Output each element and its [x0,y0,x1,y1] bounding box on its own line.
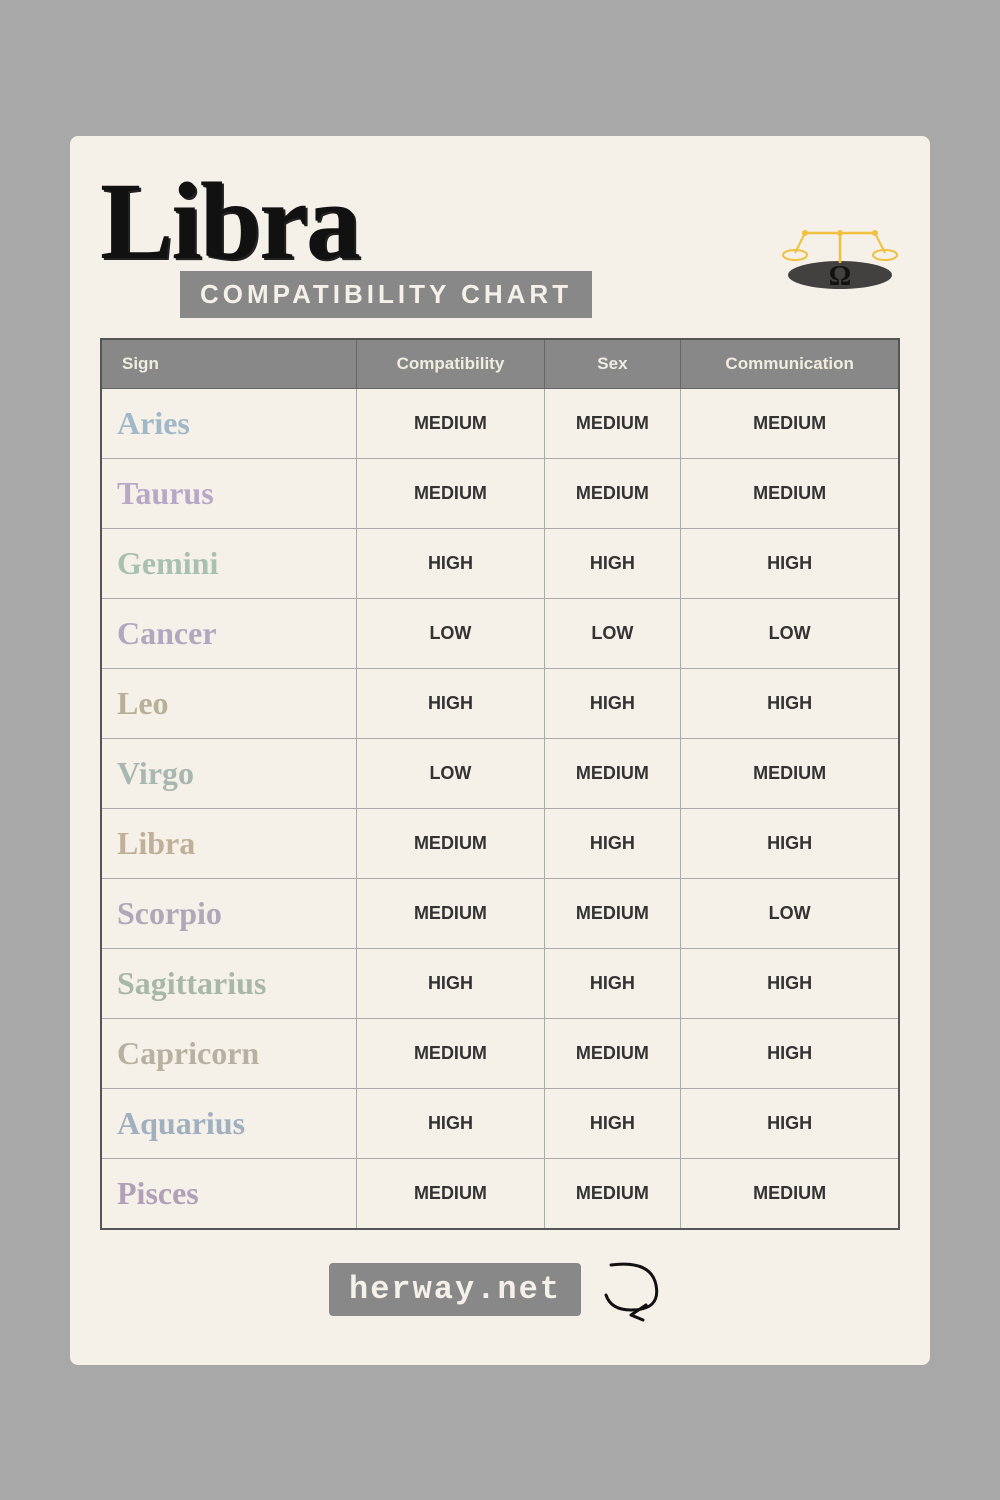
sex-cell: HIGH [544,668,681,738]
comm-cell: MEDIUM [681,458,899,528]
sex-cell: HIGH [544,528,681,598]
sign-cell: Pisces [101,1158,357,1229]
sign-name-label: Capricorn [117,1035,259,1071]
table-row: TaurusMEDIUMMEDIUMMEDIUM [101,458,899,528]
table-row: AriesMEDIUMMEDIUMMEDIUM [101,388,899,458]
compat-cell: MEDIUM [357,878,544,948]
sign-name-label: Sagittarius [117,965,266,1001]
table-row: LibraMEDIUMHIGHHIGH [101,808,899,878]
compatibility-table: Sign Compatibility Sex Communication Ari… [100,338,900,1230]
col-sex: Sex [544,339,681,389]
sign-name-label: Aquarius [117,1105,245,1141]
compat-cell: HIGH [357,1088,544,1158]
sign-name-label: Virgo [117,755,194,791]
footer-site: herway.net [329,1263,581,1316]
table-row: AquariusHIGHHIGHHIGH [101,1088,899,1158]
comm-cell: LOW [681,598,899,668]
sex-cell: MEDIUM [544,878,681,948]
sign-cell: Libra [101,808,357,878]
table-row: SagittariusHIGHHIGHHIGH [101,948,899,1018]
sign-cell: Virgo [101,738,357,808]
sign-cell: Leo [101,668,357,738]
footer: herway.net [100,1255,900,1325]
sign-name-label: Taurus [117,475,214,511]
comm-cell: MEDIUM [681,1158,899,1229]
libra-symbol-area: Ω [780,203,900,308]
sign-cell: Capricorn [101,1018,357,1088]
table-row: CancerLOWLOWLOW [101,598,899,668]
sex-cell: HIGH [544,1088,681,1158]
sex-cell: LOW [544,598,681,668]
comm-cell: MEDIUM [681,738,899,808]
sex-cell: MEDIUM [544,458,681,528]
subtitle-banner: COMPATIBILITY CHART [180,271,592,318]
sign-name-label: Pisces [117,1175,199,1211]
title-area: Libra COMPATIBILITY CHART [100,166,592,318]
sex-cell: HIGH [544,948,681,1018]
compat-cell: HIGH [357,668,544,738]
compat-cell: MEDIUM [357,808,544,878]
comm-cell: HIGH [681,1018,899,1088]
sign-cell: Sagittarius [101,948,357,1018]
table-row: VirgoLOWMEDIUMMEDIUM [101,738,899,808]
comm-cell: HIGH [681,1088,899,1158]
table-row: GeminiHIGHHIGHHIGH [101,528,899,598]
table-row: LeoHIGHHIGHHIGH [101,668,899,738]
svg-text:Ω: Ω [829,261,851,292]
sign-cell: Cancer [101,598,357,668]
sign-cell: Aries [101,388,357,458]
header: Libra COMPATIBILITY CHART [100,166,900,318]
compat-cell: LOW [357,738,544,808]
col-sign: Sign [101,339,357,389]
sex-cell: HIGH [544,808,681,878]
sex-cell: MEDIUM [544,1158,681,1229]
compat-cell: MEDIUM [357,458,544,528]
sign-name-label: Scorpio [117,895,222,931]
main-card: Libra COMPATIBILITY CHART [70,136,930,1365]
table-row: ScorpioMEDIUMMEDIUMLOW [101,878,899,948]
comm-cell: HIGH [681,808,899,878]
compat-cell: LOW [357,598,544,668]
sign-cell: Scorpio [101,878,357,948]
sign-cell: Gemini [101,528,357,598]
sign-name-label: Gemini [117,545,218,581]
libra-symbol-icon: Ω [780,203,900,303]
sign-name-label: Libra [117,825,195,861]
compat-cell: MEDIUM [357,1158,544,1229]
swirl-icon [591,1255,671,1325]
sign-name-label: Leo [117,685,169,721]
libra-title: Libra [100,166,359,276]
subtitle-text: COMPATIBILITY CHART [200,279,572,309]
sign-name-label: Cancer [117,615,217,651]
comm-cell: HIGH [681,528,899,598]
sex-cell: MEDIUM [544,388,681,458]
sign-cell: Aquarius [101,1088,357,1158]
sign-name-label: Aries [117,405,190,441]
sign-cell: Taurus [101,458,357,528]
col-compat: Compatibility [357,339,544,389]
comm-cell: HIGH [681,668,899,738]
comm-cell: HIGH [681,948,899,1018]
comm-cell: MEDIUM [681,388,899,458]
col-comm: Communication [681,339,899,389]
comm-cell: LOW [681,878,899,948]
compat-cell: MEDIUM [357,1018,544,1088]
compat-cell: MEDIUM [357,388,544,458]
table-header-row: Sign Compatibility Sex Communication [101,339,899,389]
table-row: PiscesMEDIUMMEDIUMMEDIUM [101,1158,899,1229]
sex-cell: MEDIUM [544,738,681,808]
sex-cell: MEDIUM [544,1018,681,1088]
compat-cell: HIGH [357,948,544,1018]
table-row: CapricornMEDIUMMEDIUMHIGH [101,1018,899,1088]
compat-cell: HIGH [357,528,544,598]
